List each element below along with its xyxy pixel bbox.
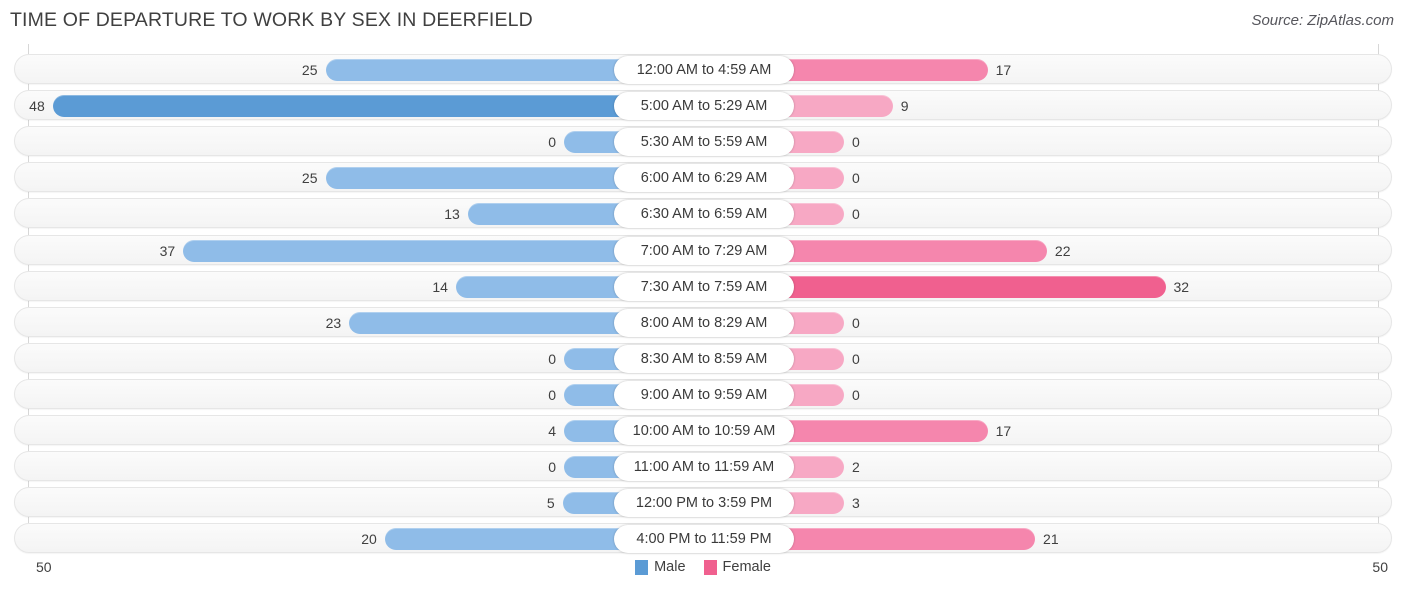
table-row[interactable]: 25 17 12:00 AM to 4:59 AM [14,54,1392,84]
bar-female[interactable] [786,528,1036,551]
bar-value-female: 17 [995,62,1012,78]
table-row[interactable]: 0 0 5:30 AM to 5:59 AM [14,126,1392,157]
bar-value-female: 0 [852,314,860,331]
bar-value-male: 5 [546,495,555,512]
chart-plot-area: 25 17 12:00 AM to 4:59 AM 48 9 5:00 AM to 5:2… [0,44,1406,554]
bar-female[interactable] [786,456,844,479]
bar-female[interactable] [786,492,844,515]
bar-male[interactable] [467,203,622,226]
bar-female[interactable] [786,167,844,190]
bar-value-female: 0 [852,134,860,151]
chart-footer: 50 50 Male Female [0,552,1406,594]
category-label: 6:30 AM to 6:59 AM [614,200,794,229]
bar-male[interactable] [455,275,622,298]
bar-value-female: 22 [1054,242,1071,259]
source-label: Source: ZipAtlas.com [1251,12,1394,29]
table-row[interactable]: 0 2 11:00 AM to 11:59 AM [14,451,1392,482]
bar-value-male: 25 [301,62,318,78]
bar-value-male: 0 [548,386,556,403]
category-label: 7:30 AM to 7:59 AM [614,272,794,301]
bar-male[interactable] [384,528,622,551]
category-label: 5:30 AM to 5:59 AM [614,128,794,157]
category-label: 12:00 PM to 3:59 PM [614,489,794,518]
bar-value-male: 0 [548,459,556,476]
legend-item-female[interactable]: Female [703,559,771,575]
bar-male[interactable] [183,239,622,262]
bar-male[interactable] [325,167,622,190]
category-label: 4:00 PM to 11:59 PM [614,525,794,554]
table-row[interactable]: 14 32 7:30 AM to 7:59 AM [14,270,1392,301]
category-label: 6:00 AM to 6:29 AM [614,164,794,193]
bar-value-male: 25 [301,170,318,187]
category-label: 9:00 AM to 9:59 AM [614,380,794,409]
bar-value-male: 48 [29,98,45,115]
bar-male[interactable] [349,311,622,334]
bar-female[interactable] [786,420,988,442]
legend-swatch-female-icon [703,559,717,575]
bar-value-male: 0 [548,134,556,151]
bar-value-male: 37 [159,242,176,259]
bar-female[interactable] [786,347,844,370]
bar-male[interactable] [52,95,622,118]
category-label: 11:00 AM to 11:59 AM [614,453,794,482]
category-label: 10:00 AM to 10:59 AM [614,417,794,445]
table-row[interactable]: 48 9 5:00 AM to 5:29 AM [14,90,1392,121]
bar-male[interactable] [325,59,622,81]
bar-value-female: 0 [852,170,860,187]
chart-header: TIME OF DEPARTURE TO WORK BY SEX IN DEER… [0,0,1406,44]
table-row[interactable]: 5 3 12:00 PM to 3:59 PM [14,487,1392,518]
bar-value-male: 20 [361,531,377,548]
table-row[interactable]: 13 0 6:30 AM to 6:59 AM [14,198,1392,229]
bar-value-female: 0 [852,386,860,403]
category-label: 5:00 AM to 5:29 AM [614,92,794,121]
bar-value-female: 0 [852,350,860,367]
category-label: 7:00 AM to 7:29 AM [614,236,794,265]
category-label: 8:00 AM to 8:29 AM [614,308,794,337]
bar-value-female: 0 [852,206,860,223]
bar-value-female: 3 [852,495,860,512]
table-row[interactable]: 20 21 4:00 PM to 11:59 PM [14,523,1392,554]
page-title: TIME OF DEPARTURE TO WORK BY SEX IN DEER… [10,9,533,31]
bar-value-male: 13 [444,206,460,223]
category-label: 12:00 AM to 4:59 AM [614,56,794,84]
category-label: 8:30 AM to 8:59 AM [614,344,794,373]
bar-value-male: 14 [432,278,448,295]
table-row[interactable]: 0 0 8:30 AM to 8:59 AM [14,342,1392,373]
chart-legend: Male Female [0,559,1406,575]
bar-value-female: 9 [900,98,909,115]
bar-value-male: 23 [325,314,342,331]
bar-female[interactable] [786,95,893,118]
bar-value-female: 2 [852,459,860,476]
legend-label-female: Female [722,559,771,575]
bar-female[interactable] [786,59,988,81]
table-row[interactable]: 37 22 7:00 AM to 7:29 AM [14,234,1392,265]
bar-female[interactable] [786,275,1166,298]
table-row[interactable]: 23 0 8:00 AM to 8:29 AM [14,306,1392,337]
bar-value-female: 21 [1043,531,1059,548]
bar-value-female: 32 [1173,278,1190,295]
bar-female[interactable] [786,383,844,406]
bar-female[interactable] [786,131,844,154]
bar-female[interactable] [786,203,844,226]
bar-female[interactable] [786,239,1047,262]
legend-item-male[interactable]: Male [635,559,686,575]
table-row[interactable]: 4 17 10:00 AM to 10:59 AM [14,415,1392,445]
bar-female[interactable] [786,311,844,334]
bar-value-male: 0 [548,350,556,367]
bar-value-female: 17 [995,423,1012,439]
bar-value-male: 4 [548,423,556,439]
legend-label-male: Male [654,559,686,575]
legend-swatch-male-icon [635,559,649,575]
table-row[interactable]: 25 0 6:00 AM to 6:29 AM [14,162,1392,193]
table-row[interactable]: 0 0 9:00 AM to 9:59 AM [14,378,1392,409]
